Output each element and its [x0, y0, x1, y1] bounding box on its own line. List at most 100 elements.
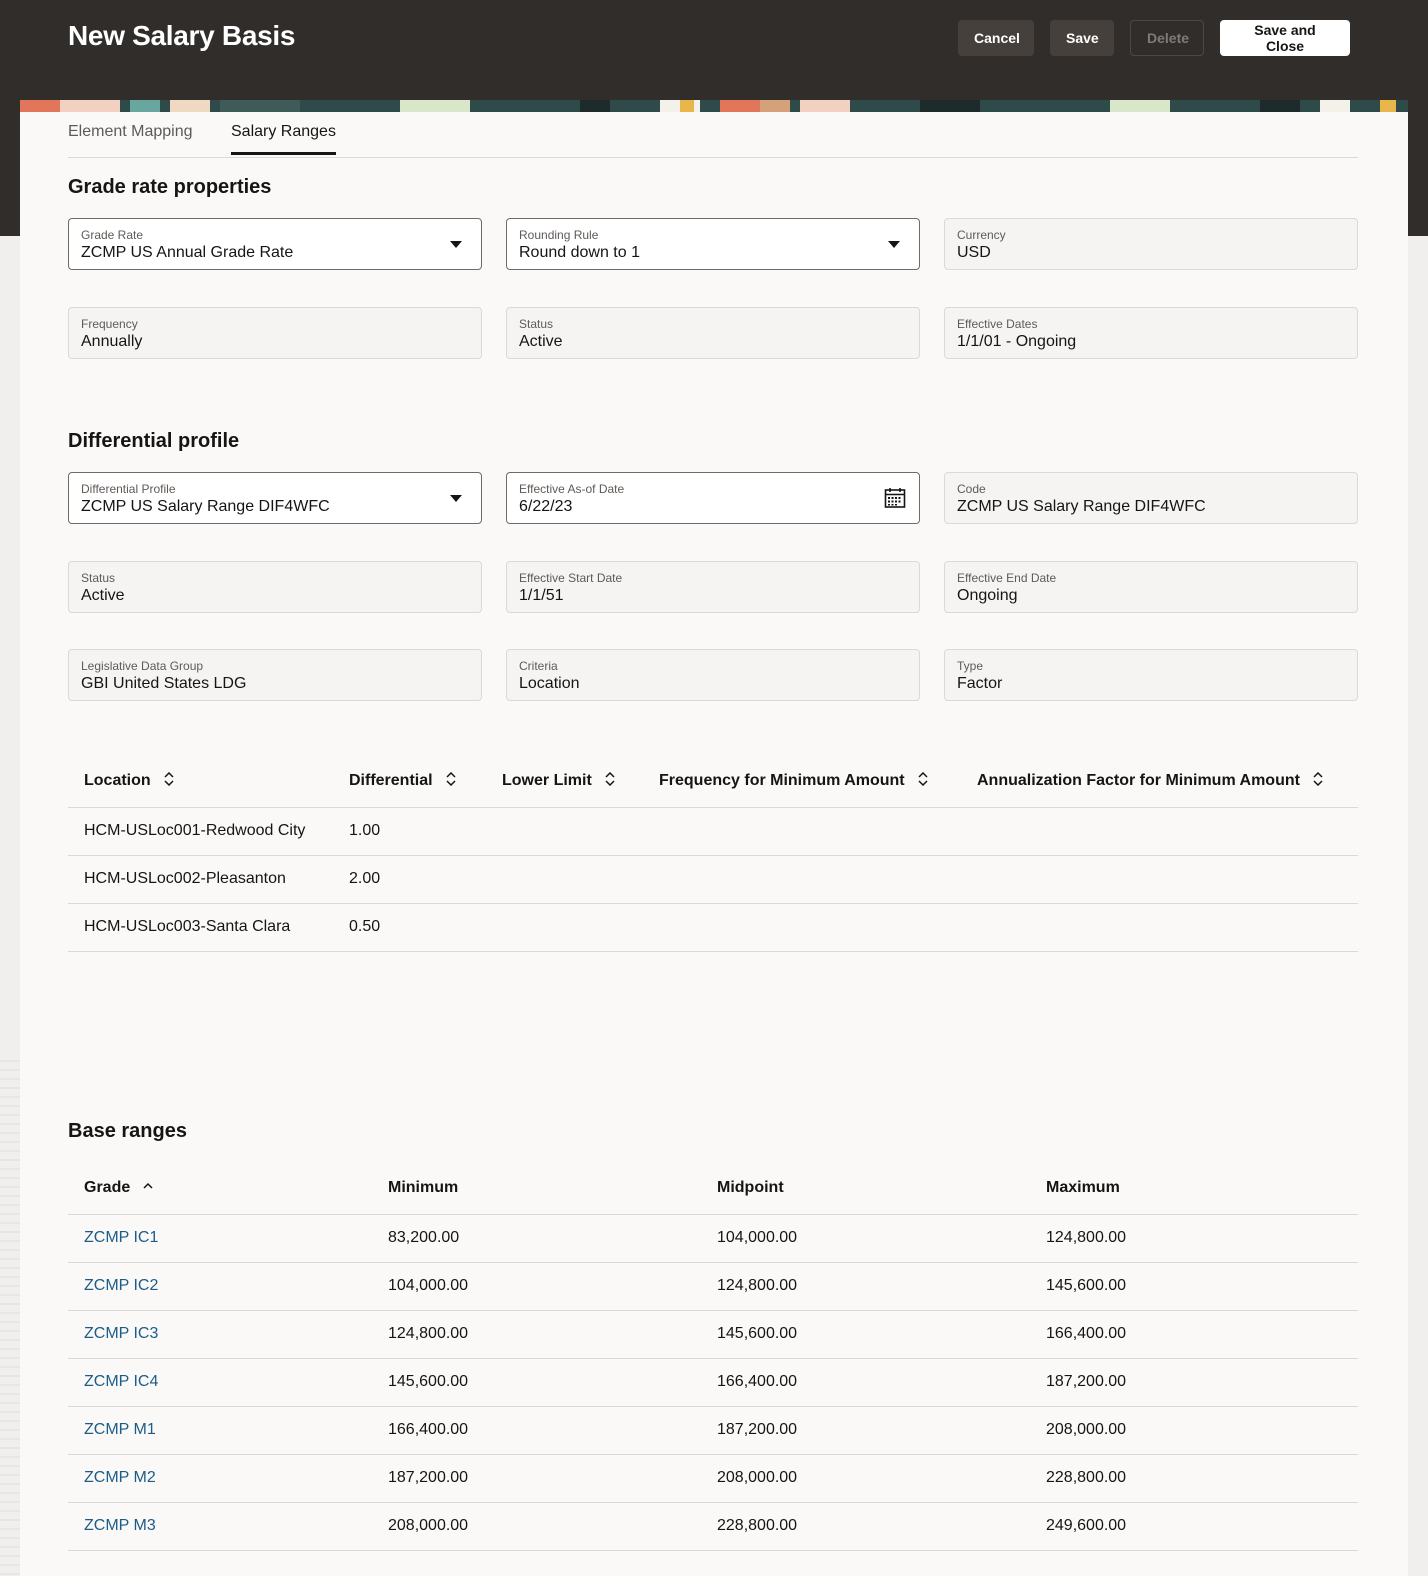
tab-element-mapping[interactable]: Element Mapping: [68, 123, 193, 152]
field-value: Location: [519, 675, 580, 692]
table-row[interactable]: HCM-USLoc002-Pleasanton 2.00: [68, 855, 1358, 904]
field-value: GBI United States LDG: [81, 675, 247, 692]
column-header-lower-limit[interactable]: Lower Limit: [486, 755, 643, 808]
caret-down-icon[interactable]: [888, 241, 900, 248]
table-row[interactable]: ZCMP IC4 145,600.00 166,400.00 187,200.0…: [68, 1358, 1358, 1407]
lower-limit-cell: [486, 807, 643, 856]
caret-down-icon[interactable]: [450, 241, 462, 248]
main-panel: Element Mapping Salary Ranges Grade rate…: [20, 112, 1408, 1576]
column-header-minimum[interactable]: Minimum: [372, 1162, 701, 1215]
cancel-button[interactable]: Cancel: [958, 20, 1034, 56]
grade-rate-select[interactable]: Grade Rate ZCMP US Annual Grade Rate: [68, 218, 482, 270]
location-cell: HCM-USLoc001-Redwood City: [68, 807, 333, 856]
sort-icon[interactable]: [1312, 771, 1324, 786]
field-label: Effective Start Date: [519, 571, 623, 585]
column-header-annualization-factor[interactable]: Annualization Factor for Minimum Amount: [961, 755, 1358, 808]
code-field: Code ZCMP US Salary Range DIF4WFC: [944, 472, 1358, 524]
grade-link[interactable]: ZCMP IC2: [84, 1277, 158, 1294]
annualization-cell: [961, 855, 1358, 904]
annualization-cell: [961, 903, 1358, 952]
minimum-cell: 145,600.00: [372, 1358, 701, 1407]
lower-limit-cell: [486, 855, 643, 904]
currency-field: Currency USD: [944, 218, 1358, 270]
maximum-cell: 187,200.00: [1030, 1358, 1358, 1407]
maximum-cell: 166,400.00: [1030, 1310, 1358, 1359]
table-row[interactable]: ZCMP M2 187,200.00 208,000.00 228,800.00: [68, 1454, 1358, 1503]
grade-link[interactable]: ZCMP IC3: [84, 1325, 158, 1342]
grade-link[interactable]: ZCMP M2: [84, 1469, 156, 1486]
sort-icon[interactable]: [445, 771, 457, 786]
caret-down-icon[interactable]: [450, 495, 462, 502]
base-ranges-table: Grade Minimum Midpoint Maximum ZCMP IC1 …: [68, 1162, 1358, 1551]
minimum-cell: 166,400.00: [372, 1406, 701, 1455]
table-row[interactable]: HCM-USLoc001-Redwood City 1.00: [68, 807, 1358, 856]
column-header-location[interactable]: Location: [68, 755, 333, 808]
frequency-cell: [643, 855, 961, 904]
save-button[interactable]: Save: [1050, 20, 1114, 56]
criteria-field: Criteria Location: [506, 649, 920, 701]
grade-link[interactable]: ZCMP IC4: [84, 1373, 158, 1390]
table-row[interactable]: ZCMP IC1 83,200.00 104,000.00 124,800.00: [68, 1214, 1358, 1263]
field-label: Grade Rate: [81, 228, 144, 242]
field-value: Round down to 1: [519, 244, 640, 261]
effective-as-of-date-input[interactable]: Effective As-of Date 6/22/23: [506, 472, 920, 524]
table-row[interactable]: ZCMP M1 166,400.00 187,200.00 208,000.00: [68, 1406, 1358, 1455]
save-and-close-button[interactable]: Save and Close: [1220, 20, 1350, 56]
field-value: 1/1/51: [519, 587, 564, 604]
frequency-field: Frequency Annually: [68, 307, 482, 359]
midpoint-cell: 187,200.00: [701, 1406, 1030, 1455]
table-row[interactable]: ZCMP IC2 104,000.00 124,800.00 145,600.0…: [68, 1262, 1358, 1311]
calendar-icon[interactable]: [883, 486, 907, 510]
rounding-rule-select[interactable]: Rounding Rule Round down to 1: [506, 218, 920, 270]
grade-link[interactable]: ZCMP M1: [84, 1421, 156, 1438]
maximum-cell: 208,000.00: [1030, 1406, 1358, 1455]
differential-cell: 0.50: [333, 903, 486, 952]
minimum-cell: 208,000.00: [372, 1502, 701, 1551]
field-label: Legislative Data Group: [81, 659, 204, 673]
tab-salary-ranges[interactable]: Salary Ranges: [231, 123, 336, 155]
column-header-grade[interactable]: Grade: [68, 1162, 372, 1215]
column-header-differential[interactable]: Differential: [333, 755, 486, 808]
field-value: ZCMP US Salary Range DIF4WFC: [957, 498, 1206, 515]
field-value: Ongoing: [957, 587, 1018, 604]
column-header-midpoint[interactable]: Midpoint: [701, 1162, 1030, 1215]
differential-profile-select[interactable]: Differential Profile ZCMP US Salary Rang…: [68, 472, 482, 524]
grade-link[interactable]: ZCMP IC1: [84, 1229, 158, 1246]
grade-rate-properties-title: Grade rate properties: [68, 176, 272, 198]
decorative-banner: [20, 100, 1408, 112]
field-label: Frequency: [81, 317, 138, 331]
table-row[interactable]: HCM-USLoc003-Santa Clara 0.50: [68, 903, 1358, 952]
field-value: ZCMP US Annual Grade Rate: [81, 244, 294, 261]
maximum-cell: 124,800.00: [1030, 1214, 1358, 1263]
field-label: Effective Dates: [957, 317, 1038, 331]
column-header-label: Frequency for Minimum Amount: [659, 771, 905, 789]
status-field: Status Active: [506, 307, 920, 359]
column-header-maximum[interactable]: Maximum: [1030, 1162, 1358, 1215]
effective-end-date-field: Effective End Date Ongoing: [944, 561, 1358, 613]
minimum-cell: 83,200.00: [372, 1214, 701, 1263]
column-header-frequency-minimum[interactable]: Frequency for Minimum Amount: [643, 755, 961, 808]
field-label: Type: [957, 659, 984, 673]
field-label: Code: [957, 482, 986, 496]
frequency-cell: [643, 807, 961, 856]
delete-button[interactable]: Delete: [1130, 20, 1204, 56]
table-row[interactable]: ZCMP M3 208,000.00 228,800.00 249,600.00: [68, 1502, 1358, 1551]
location-cell: HCM-USLoc002-Pleasanton: [68, 855, 333, 904]
field-label: Rounding Rule: [519, 228, 599, 242]
minimum-cell: 104,000.00: [372, 1262, 701, 1311]
sort-icon[interactable]: [917, 771, 929, 786]
field-value: USD: [957, 244, 991, 261]
column-header-label: Location: [84, 771, 151, 789]
table-row[interactable]: ZCMP IC3 124,800.00 145,600.00 166,400.0…: [68, 1310, 1358, 1359]
field-label: Status: [81, 571, 116, 585]
sort-icon[interactable]: [163, 771, 175, 786]
field-value: 1/1/01 - Ongoing: [957, 333, 1077, 350]
base-ranges-title: Base ranges: [68, 1120, 187, 1142]
midpoint-cell: 124,800.00: [701, 1262, 1030, 1311]
grade-link[interactable]: ZCMP M3: [84, 1517, 156, 1534]
field-label: Status: [519, 317, 554, 331]
column-header-label: Lower Limit: [502, 771, 592, 789]
sort-icon[interactable]: [604, 771, 616, 786]
sort-ascending-icon[interactable]: [142, 1179, 154, 1193]
field-label: Criteria: [519, 659, 558, 673]
